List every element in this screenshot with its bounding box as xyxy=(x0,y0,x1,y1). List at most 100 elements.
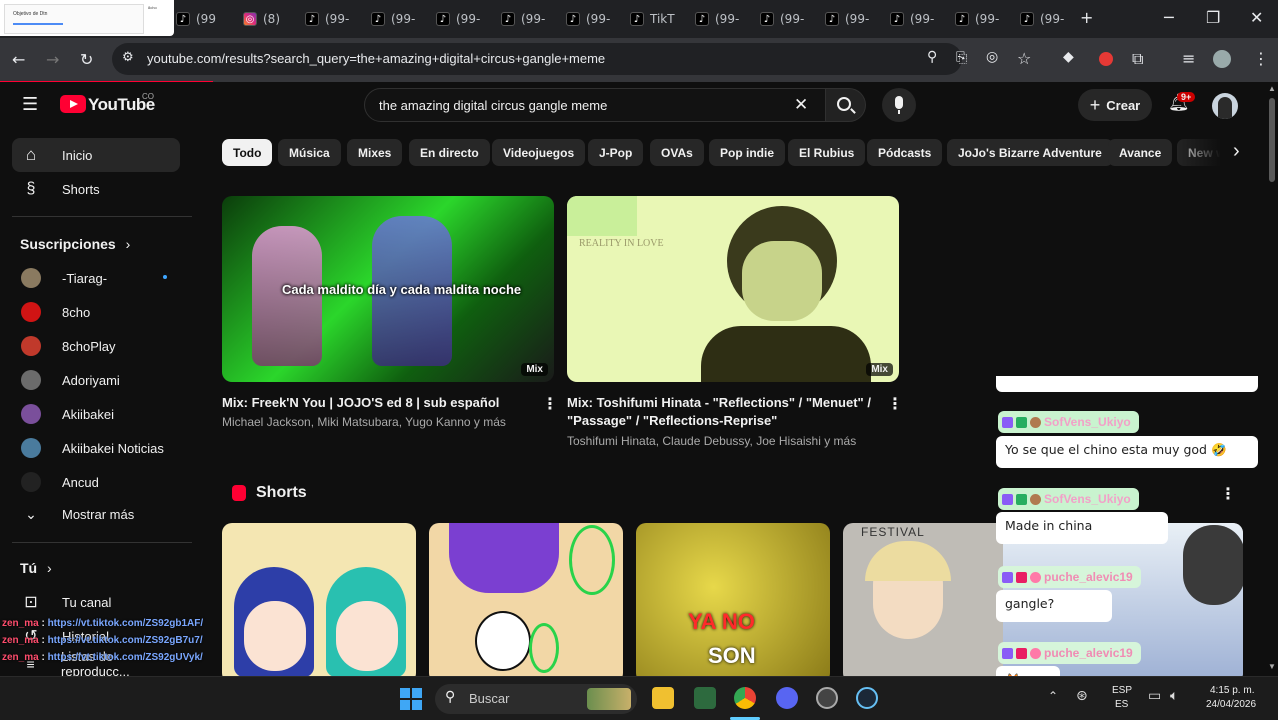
bookmark-star-icon[interactable]: ☆ xyxy=(1017,49,1031,68)
sidebar-item-shorts[interactable]: § Shorts xyxy=(12,172,180,206)
filter-chip[interactable]: Música xyxy=(278,139,341,166)
browser-tab[interactable]: ♪ (99 xyxy=(176,6,216,32)
filter-chip[interactable]: Pop indie xyxy=(709,139,785,166)
sidebar-item-subscription[interactable]: Akiibakei xyxy=(12,397,180,431)
sidebar-item-subscription[interactable]: -Tiarag- xyxy=(12,261,180,295)
site-info-icon[interactable]: ⚙ xyxy=(122,50,134,65)
menu-icon[interactable]: ☰ xyxy=(22,94,38,115)
filter-chip[interactable]: JoJo's Bizarre Adventure xyxy=(947,139,1113,166)
media-icon[interactable]: ≡ xyxy=(1182,49,1195,68)
install-icon[interactable]: ⎘ xyxy=(956,50,967,66)
filter-chip[interactable]: Videojuegos xyxy=(492,139,586,166)
filter-chip[interactable]: OVAs xyxy=(650,139,704,166)
browser-tab[interactable]: ♪ (99- xyxy=(695,6,739,32)
sidebar-item-home[interactable]: ⌂ Inicio xyxy=(12,138,180,172)
url-text[interactable]: youtube.com/results?search_query=the+ama… xyxy=(147,51,605,66)
show-more-button[interactable]: ⌄ Mostrar más xyxy=(12,497,180,531)
sidebar-item-subscription[interactable]: 8cho xyxy=(12,295,180,329)
more-options-icon[interactable]: ⋮ xyxy=(1220,484,1236,503)
you-header[interactable]: Tú › xyxy=(20,560,52,576)
profile-avatar[interactable] xyxy=(1213,50,1231,68)
extensions-icon[interactable]: ⧉ xyxy=(1132,49,1143,69)
sidebar-item-your-channel[interactable]: ⊡ Tu canal xyxy=(12,585,180,619)
filter-chip[interactable]: Pódcasts xyxy=(867,139,943,166)
scroll-down-arrow-icon[interactable]: ▼ xyxy=(1268,662,1276,671)
more-options-icon[interactable]: ⋮ xyxy=(542,394,558,413)
browser-tab[interactable]: ♪ (99- xyxy=(890,6,934,32)
reload-icon[interactable]: ↻ xyxy=(80,50,93,69)
filter-chip[interactable]: Avance xyxy=(1108,139,1173,166)
zoom-icon[interactable]: ⚲ xyxy=(927,49,937,65)
address-bar[interactable]: ⚙ youtube.com/results?search_query=the+a… xyxy=(112,43,962,75)
browser-tab[interactable]: ♪ TikT xyxy=(630,6,675,32)
video-meta[interactable]: Michael Jackson, Miki Matsubara, Yugo Ka… xyxy=(222,415,506,429)
filter-chip[interactable]: En directo xyxy=(409,139,490,166)
create-button[interactable]: + Crear xyxy=(1078,89,1152,121)
discord-icon[interactable] xyxy=(776,687,798,709)
browser-tab[interactable]: ♪ (99- xyxy=(305,6,349,32)
extension-2-icon[interactable] xyxy=(1099,52,1113,66)
extension-1-icon[interactable]: ◆ xyxy=(1063,49,1074,65)
browser-tab[interactable]: ♪ (99- xyxy=(760,6,804,32)
search-box[interactable]: the amazing digital circus gangle meme ✕ xyxy=(364,88,826,122)
video-title-line-2[interactable]: "Passage" / "Reflections-Reprise" xyxy=(567,412,777,430)
clock-time[interactable]: 4:15 p. m. xyxy=(1210,685,1254,696)
browser-tab[interactable]: ♪ (99- xyxy=(955,6,999,32)
filter-chip[interactable]: El Rubius xyxy=(788,139,866,166)
sidebar-item-subscription[interactable]: 8choPlay xyxy=(12,329,180,363)
browser-tab[interactable]: ♪ (99- xyxy=(825,6,869,32)
account-avatar[interactable] xyxy=(1212,93,1238,119)
app-icon[interactable] xyxy=(816,687,838,709)
sidebar-item-subscription[interactable]: Akiibakei Noticias xyxy=(12,431,180,465)
browser-tab[interactable]: ♪ (99- xyxy=(371,6,415,32)
chips-next-arrow-icon[interactable]: › xyxy=(1233,140,1240,163)
subscriptions-header[interactable]: Suscripciones › xyxy=(20,236,130,252)
scrollbar-thumb[interactable] xyxy=(1269,98,1275,182)
voice-search-button[interactable] xyxy=(882,88,916,122)
back-icon[interactable]: ← xyxy=(12,50,25,69)
clock-date[interactable]: 24/04/2026 xyxy=(1206,699,1256,710)
more-options-icon[interactable]: ⋮ xyxy=(887,394,903,413)
keyboard-layout[interactable]: ES xyxy=(1115,699,1128,710)
search-button[interactable] xyxy=(826,88,866,122)
video-meta[interactable]: Toshifumi Hinata, Claude Debussy, Joe Hi… xyxy=(567,434,856,448)
video-title[interactable]: Mix: Freek'N You | JOJO'S ed 8 | sub esp… xyxy=(222,394,499,412)
tray-chevron-icon[interactable]: ⌃ xyxy=(1048,689,1058,703)
page-scrollbar[interactable]: ▲ ▼ xyxy=(1266,82,1278,676)
filter-chip[interactable]: Todo xyxy=(222,139,273,166)
network-icon[interactable]: ▭ xyxy=(1148,688,1161,704)
volume-icon[interactable]: 🔈︎ xyxy=(1170,688,1178,704)
browser-tab[interactable]: ♪ (99- xyxy=(1020,6,1064,32)
browser-tab[interactable]: ♪ (99- xyxy=(566,6,610,32)
active-tab[interactable]: Objetivo de Dtn 8cho xyxy=(0,0,174,36)
maximize-button[interactable]: ❐ xyxy=(1206,8,1220,27)
sidebar-item-subscription[interactable]: Ancud xyxy=(12,465,180,499)
language-code[interactable]: ESP xyxy=(1112,685,1132,696)
app-icon[interactable] xyxy=(694,687,716,709)
filter-chip[interactable]: J-Pop xyxy=(588,139,644,166)
short-thumbnail[interactable] xyxy=(429,523,623,683)
video-title-line-1[interactable]: Mix: Toshifumi Hinata - "Reflections" / … xyxy=(567,394,871,412)
steam-icon[interactable] xyxy=(856,687,878,709)
youtube-logo-icon[interactable] xyxy=(60,95,86,113)
video-thumbnail[interactable]: REALITY IN LOVE Mix xyxy=(567,196,899,382)
sidebar-item-subscription[interactable]: Adoriyami xyxy=(12,363,180,397)
file-explorer-icon[interactable] xyxy=(652,687,674,709)
tray-app-icon[interactable]: ⊛ xyxy=(1076,688,1088,704)
minimize-button[interactable]: ─ xyxy=(1164,8,1174,27)
new-tab-button[interactable]: + xyxy=(1080,8,1093,27)
close-window-button[interactable]: ✕ xyxy=(1250,8,1263,27)
forward-icon[interactable]: → xyxy=(46,50,59,69)
eye-off-icon[interactable]: ◎ xyxy=(986,49,998,65)
filter-chip[interactable]: Mixes xyxy=(347,139,403,166)
browser-menu-icon[interactable]: ⋮ xyxy=(1253,49,1269,68)
video-thumbnail[interactable]: Cada maldito día y cada maldita noche Mi… xyxy=(222,196,554,382)
browser-tab[interactable]: ♪ (99- xyxy=(501,6,545,32)
windows-start-icon[interactable] xyxy=(400,688,422,710)
browser-tab[interactable]: ♪ (99- xyxy=(436,6,480,32)
browser-tab[interactable]: ◎ (8) xyxy=(243,6,280,32)
short-thumbnail[interactable]: YA NO SON xyxy=(636,523,830,683)
clear-search-icon[interactable]: ✕ xyxy=(794,95,808,115)
taskbar-search[interactable]: ⚲ Buscar xyxy=(435,684,637,714)
short-thumbnail[interactable] xyxy=(222,523,416,683)
